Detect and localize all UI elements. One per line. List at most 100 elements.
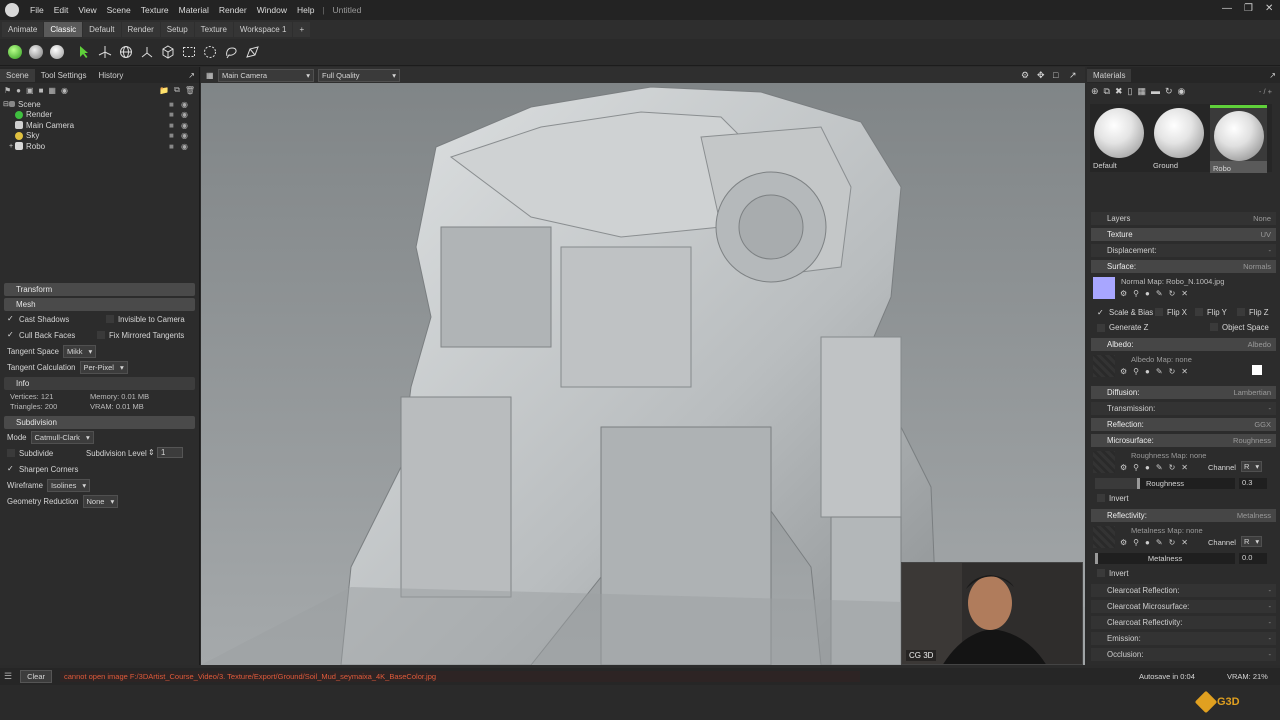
sharpen-checkbox[interactable]: ✓ (7, 465, 15, 473)
section-mesh[interactable]: Mesh (4, 298, 195, 311)
render-sphere-icon[interactable] (6, 44, 23, 61)
edit-icon[interactable]: ✎ (1156, 463, 1163, 472)
reload-icon[interactable]: ↻ (1169, 538, 1176, 547)
tree-item-render[interactable]: Render ■ ◉ (3, 110, 199, 121)
metalness-slider[interactable]: Metalness (1095, 553, 1235, 564)
quality-dropdown[interactable]: Full Quality ▾ (318, 68, 400, 82)
displacement-row[interactable]: Displacement: - (1091, 244, 1276, 257)
rotate-icon[interactable] (117, 44, 134, 61)
folder-icon[interactable]: ▯ (1128, 86, 1133, 97)
generate-z-checkbox[interactable] (1097, 323, 1105, 332)
rect-select-icon[interactable] (180, 44, 197, 61)
tangent-space-dropdown[interactable]: Mikk ▾ (63, 344, 97, 358)
mesh-icon[interactable]: ■ (39, 86, 44, 95)
camera-dropdown[interactable]: Main Camera ▾ (218, 68, 314, 82)
flip-z-checkbox[interactable] (1237, 308, 1245, 316)
channel-dropdown[interactable]: R ▾ (1241, 461, 1263, 472)
normal-map-swatch[interactable] (1093, 277, 1115, 299)
menu-window[interactable]: Window (252, 5, 292, 15)
transform-box-icon[interactable] (159, 44, 176, 61)
stepper-icon[interactable]: ⇕ (148, 448, 155, 457)
tree-item-main-camera[interactable]: Main Camera ■ ◉ (3, 120, 199, 131)
gear-icon[interactable]: ⚙ (1120, 463, 1127, 472)
channel-dropdown[interactable]: R ▾ (1241, 536, 1263, 547)
duplicate-icon[interactable]: ⧉ (174, 85, 180, 95)
menu-material[interactable]: Material (174, 5, 214, 15)
diffusion-row[interactable]: Diffusion: Lambertian (1091, 386, 1276, 399)
tree-item-robo[interactable]: + Robo ■ ◉ (3, 141, 199, 152)
lock-icon[interactable]: ■ (169, 142, 174, 151)
cast-shadows-checkbox[interactable]: ✓ (7, 315, 15, 323)
surface-row[interactable]: Surface: Normals (1091, 260, 1276, 273)
scale-icon[interactable] (138, 44, 155, 61)
reflection-row[interactable]: Reflection: GGX (1091, 418, 1276, 431)
tab-workspace-1[interactable]: Workspace 1 (233, 22, 293, 37)
add-tab-button[interactable]: + (293, 22, 311, 37)
geo-reduction-dropdown[interactable]: None ▾ (82, 494, 119, 508)
color-icon[interactable]: ● (1145, 367, 1150, 376)
lock-icon[interactable]: ■ (169, 131, 174, 140)
camera-icon[interactable]: ▣ (26, 86, 34, 95)
color-icon[interactable]: ● (1145, 463, 1150, 472)
add-material-icon[interactable]: ⊕ (1091, 86, 1099, 97)
section-transform[interactable]: Transform (4, 283, 195, 296)
remove-icon[interactable]: ✕ (1181, 463, 1188, 472)
color-icon[interactable]: ● (1145, 289, 1150, 298)
albedo-row[interactable]: Albedo: Albedo (1091, 338, 1276, 351)
clear-button[interactable]: Clear (20, 670, 53, 683)
search-icon[interactable]: ⚲ (1133, 538, 1139, 547)
remove-icon[interactable]: ✕ (1181, 538, 1188, 547)
lighting-sphere-icon[interactable] (48, 44, 65, 61)
clearcoat-microsurface-row[interactable]: Clearcoat Microsurface: - (1091, 600, 1276, 613)
roughness-value-input[interactable]: 0.3 (1239, 478, 1267, 489)
section-subdivision[interactable]: Subdivision (4, 416, 195, 429)
menu-edit[interactable]: Edit (49, 5, 74, 15)
metalness-map-swatch[interactable] (1093, 526, 1115, 548)
circle-select-icon[interactable] (201, 44, 218, 61)
delete-material-icon[interactable]: ✖ (1115, 86, 1123, 97)
tab-animate[interactable]: Animate (2, 22, 44, 37)
lock-icon[interactable]: ■ (169, 121, 174, 130)
cull-checkbox[interactable]: ✓ (7, 331, 15, 339)
lasso-select-icon[interactable] (222, 44, 239, 61)
gear-icon[interactable]: ⚙ (1120, 367, 1127, 376)
tree-item-scene[interactable]: ⊟ Scene ■ ◉ (3, 99, 199, 110)
occlusion-row[interactable]: Occlusion: - (1091, 648, 1276, 661)
grid-icon[interactable]: ▦ (1137, 86, 1146, 97)
edit-icon[interactable]: ✎ (1156, 367, 1163, 376)
paint-select-icon[interactable] (243, 44, 260, 61)
search-icon[interactable]: ⚲ (1133, 367, 1139, 376)
wireframe-dropdown[interactable]: Isolines ▾ (46, 478, 91, 492)
settings-gear-icon[interactable]: ⚙ (1021, 70, 1029, 81)
edit-icon[interactable]: ✎ (1156, 538, 1163, 547)
subdivide-checkbox[interactable] (7, 449, 15, 457)
undock-icon[interactable]: ↗ (1069, 70, 1077, 81)
object-space-checkbox[interactable] (1210, 323, 1218, 331)
metalness-value-input[interactable]: 0.0 (1239, 553, 1267, 564)
albedo-color-swatch[interactable] (1252, 365, 1262, 375)
visibility-icon[interactable]: ◉ (181, 142, 188, 151)
sphere-icon[interactable]: ◉ (1178, 86, 1186, 97)
refresh-icon[interactable]: ↻ (1165, 86, 1173, 97)
select-arrow-icon[interactable] (75, 44, 92, 61)
remove-icon[interactable]: ✕ (1181, 289, 1188, 298)
material-thumb-robo[interactable]: Robo (1210, 105, 1267, 173)
menu-view[interactable]: View (73, 5, 101, 15)
tree-item-sky[interactable]: Sky ■ ◉ (3, 131, 199, 142)
material-thumb-default[interactable]: Default (1090, 105, 1147, 170)
color-icon[interactable]: ● (1145, 538, 1150, 547)
transmission-row[interactable]: Transmission: - (1091, 402, 1276, 415)
visibility-icon[interactable]: ◉ (181, 131, 188, 140)
minimize-icon[interactable]: — (1222, 3, 1232, 14)
section-info[interactable]: Info (4, 377, 195, 390)
visibility-icon[interactable]: ◉ (181, 121, 188, 130)
gear-icon[interactable]: ⚙ (1120, 538, 1127, 547)
microsurface-row[interactable]: Microsurface: Roughness (1091, 434, 1276, 447)
copy-material-icon[interactable]: ⧉ (1104, 86, 1110, 97)
reload-icon[interactable]: ↻ (1169, 367, 1176, 376)
viewport-menu-icon[interactable]: ▦ (206, 71, 216, 80)
material-sphere-icon[interactable] (27, 44, 44, 61)
undock-icon[interactable]: ↗ (1269, 71, 1276, 80)
new-object-icon[interactable]: ⚑ (4, 86, 11, 95)
tab-texture[interactable]: Texture (194, 22, 233, 37)
